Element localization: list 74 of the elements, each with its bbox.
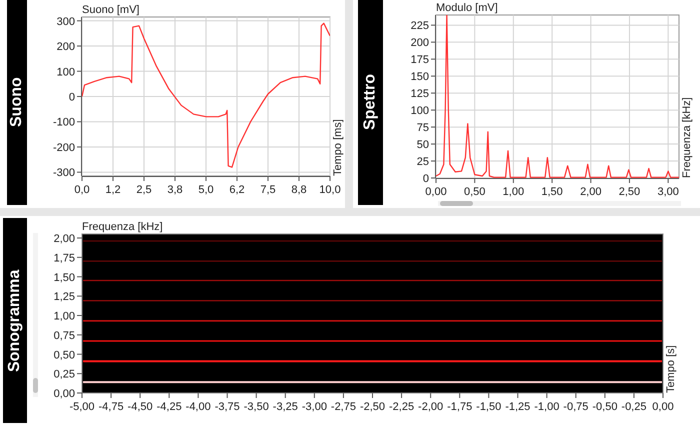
tick-label: -2,00: [418, 401, 444, 413]
tick-label: 25: [416, 156, 429, 168]
tick-label: 7,5: [260, 184, 276, 196]
tick-label: 8,8: [291, 184, 307, 196]
tick-label: 0,00: [425, 186, 447, 198]
tick-label: -0,50: [592, 401, 618, 413]
tick-label: 1,50: [54, 272, 75, 284]
tick-label: 5,0: [198, 184, 214, 196]
tick-label: 200: [56, 41, 75, 54]
tick-label: -100: [52, 116, 75, 129]
tick-label: 1,2: [105, 184, 121, 196]
tick-label: 0,00: [652, 401, 674, 413]
tick-label: 3,00: [657, 186, 679, 198]
axis-title: Tempo [s]: [665, 345, 677, 393]
tick-label: 175: [410, 54, 429, 66]
tick-label: -0,25: [621, 401, 646, 413]
tick-label: 0,75: [54, 330, 75, 342]
tick-label: -3,25: [272, 401, 298, 413]
tick-label: 2,50: [618, 186, 640, 198]
section-label: Suono: [7, 0, 27, 205]
tick-label: 1,00: [54, 310, 75, 322]
axis-title: Tempo [ms]: [332, 119, 344, 176]
tick-label: 0,00: [54, 388, 75, 400]
tick-label: 125: [410, 88, 429, 100]
tick-label: 2,5: [136, 184, 152, 196]
tick-label: 6,2: [229, 184, 245, 196]
tick-label: 0,50: [54, 349, 75, 362]
tick-label: 0,50: [464, 186, 486, 198]
axis-title: Frequenza [kHz]: [681, 97, 693, 178]
scroll-thumb: [33, 378, 38, 393]
axis-title: Modulo [mV]: [436, 2, 498, 14]
tick-label: -4,25: [156, 401, 182, 413]
tick-label: 300: [56, 16, 75, 28]
tick-label: 100: [410, 105, 429, 118]
tick-label: 100: [56, 66, 75, 78]
tick-label: -4,00: [186, 401, 211, 413]
axis-title: Suono [mV]: [82, 4, 140, 16]
tick-label: -2,75: [330, 401, 356, 413]
tick-label: 50: [416, 139, 429, 152]
scroll-thumb: [440, 201, 473, 206]
tick-label: 200: [410, 37, 429, 50]
tick-label: 1,75: [54, 252, 75, 264]
tick-label: 0,25: [54, 368, 75, 381]
tick-label: -200: [52, 142, 75, 154]
tick-label: -300: [52, 167, 75, 180]
tick-label: 1,50: [541, 186, 563, 198]
tick-label: 225: [410, 20, 429, 32]
tick-label: -2,50: [360, 401, 386, 413]
tick-label: 2,00: [54, 233, 75, 245]
section-label: Sonogramma: [3, 218, 27, 423]
tick-label: -4,75: [98, 401, 124, 413]
tick-label: -3,75: [214, 401, 240, 413]
tick-label: -5,00: [69, 401, 95, 413]
tick-label: -1,25: [505, 401, 530, 413]
tick-label: -1,50: [476, 401, 502, 413]
tick-label: 75: [416, 122, 429, 134]
tick-label: -4,50: [128, 401, 153, 413]
tick-label: -0,75: [563, 401, 588, 413]
tick-label: -3,00: [302, 401, 327, 413]
tick-label: 0: [68, 92, 75, 104]
tick-label: -1,75: [447, 401, 472, 413]
tick-label: 10,0: [319, 184, 341, 196]
tick-label: 0: [422, 173, 429, 185]
axis-title: Frequenza [kHz]: [82, 221, 163, 233]
tick-label: -1,00: [534, 401, 560, 413]
tick-label: 150: [410, 71, 429, 84]
tick-label: 1,25: [54, 291, 75, 304]
tick-label: -3,50: [244, 401, 269, 413]
tick-label: 2,00: [580, 186, 602, 198]
section-label: Spettro: [358, 0, 383, 205]
tick-label: -2,25: [389, 401, 414, 413]
tick-label: 3,8: [167, 184, 183, 196]
tick-label: 1,00: [502, 186, 524, 198]
tick-label: 0,0: [74, 184, 90, 196]
